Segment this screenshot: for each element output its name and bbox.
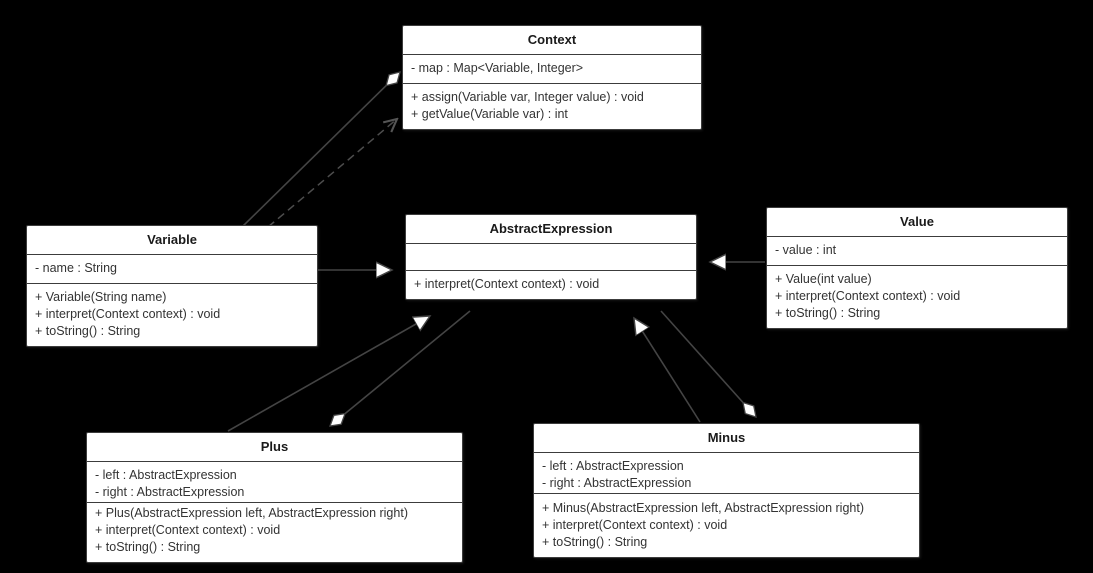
class-operations-abstractexpression: + interpret(Context context) : void bbox=[406, 271, 696, 299]
class-box-minus[interactable]: Minus - left : AbstractExpression - righ… bbox=[533, 423, 920, 558]
class-member: - right : AbstractExpression bbox=[95, 485, 245, 499]
class-title-plus: Plus bbox=[87, 433, 462, 462]
edge-variable-aggregates-context[interactable] bbox=[241, 72, 400, 228]
class-member: + interpret(Context context) : void bbox=[542, 518, 728, 532]
class-attributes-minus: - left : AbstractExpression - right : Ab… bbox=[534, 453, 919, 494]
class-member: + toString() : String bbox=[775, 306, 881, 320]
class-title-value: Value bbox=[767, 208, 1067, 237]
class-box-variable[interactable]: Variable - name : String + Variable(Stri… bbox=[26, 225, 318, 347]
class-member: + toString() : String bbox=[95, 540, 201, 554]
class-member: - left : AbstractExpression bbox=[542, 459, 684, 473]
class-member: - map : Map<Variable, Integer> bbox=[411, 61, 584, 75]
class-member: + Plus(AbstractExpression left, Abstract… bbox=[95, 506, 408, 520]
class-member: - value : int bbox=[775, 243, 837, 257]
class-member: + getValue(Variable var) : int bbox=[411, 107, 568, 121]
class-title-abstractexpression: AbstractExpression bbox=[406, 215, 696, 244]
class-member: + toString() : String bbox=[35, 324, 141, 338]
edge-abstractexpression-aggregated-by-minus[interactable] bbox=[660, 310, 756, 417]
class-member: - right : AbstractExpression bbox=[542, 476, 692, 490]
class-title-minus: Minus bbox=[534, 424, 919, 453]
class-member: + Minus(AbstractExpression left, Abstrac… bbox=[542, 501, 865, 515]
class-box-plus[interactable]: Plus - left : AbstractExpression - right… bbox=[86, 432, 463, 563]
class-member: + Variable(String name) bbox=[35, 290, 167, 304]
uml-diagram-canvas: Context - map : Map<Variable, Integer> +… bbox=[0, 0, 1093, 573]
class-box-abstractexpression[interactable]: AbstractExpression + interpret(Context c… bbox=[405, 214, 697, 300]
class-attributes-variable: - name : String bbox=[27, 255, 317, 284]
class-box-value[interactable]: Value - value : int + Value(int value) +… bbox=[766, 207, 1068, 329]
class-member: + interpret(Context context) : void bbox=[775, 289, 961, 303]
class-operations-value: + Value(int value) + interpret(Context c… bbox=[767, 266, 1067, 328]
class-member: + Value(int value) bbox=[775, 272, 872, 286]
class-operations-minus: + Minus(AbstractExpression left, Abstrac… bbox=[534, 494, 919, 557]
edge-abstractexpression-aggregated-by-plus[interactable] bbox=[330, 310, 471, 426]
class-operations-variable: + Variable(String name) + interpret(Cont… bbox=[27, 284, 317, 346]
class-member: - name : String bbox=[35, 261, 117, 275]
class-title-variable: Variable bbox=[27, 226, 317, 255]
class-member: - left : AbstractExpression bbox=[95, 468, 237, 482]
class-operations-plus: + Plus(AbstractExpression left, Abstract… bbox=[87, 503, 462, 562]
class-operations-context: + assign(Variable var, Integer value) : … bbox=[403, 84, 701, 129]
edge-variable-depends-context[interactable] bbox=[267, 119, 397, 228]
class-member: + toString() : String bbox=[542, 535, 648, 549]
class-member: + interpret(Context context) : void bbox=[414, 277, 600, 291]
class-member: + interpret(Context context) : void bbox=[95, 523, 281, 537]
class-member: + interpret(Context context) : void bbox=[35, 307, 221, 321]
edge-minus-extends-abstractexpression[interactable] bbox=[634, 318, 701, 423]
class-attributes-context: - map : Map<Variable, Integer> bbox=[403, 55, 701, 84]
class-attributes-abstractexpression bbox=[406, 244, 696, 271]
class-title-context: Context bbox=[403, 26, 701, 55]
class-box-context[interactable]: Context - map : Map<Variable, Integer> +… bbox=[402, 25, 702, 130]
class-attributes-plus: - left : AbstractExpression - right : Ab… bbox=[87, 462, 462, 503]
class-member: + assign(Variable var, Integer value) : … bbox=[411, 90, 644, 104]
class-attributes-value: - value : int bbox=[767, 237, 1067, 266]
